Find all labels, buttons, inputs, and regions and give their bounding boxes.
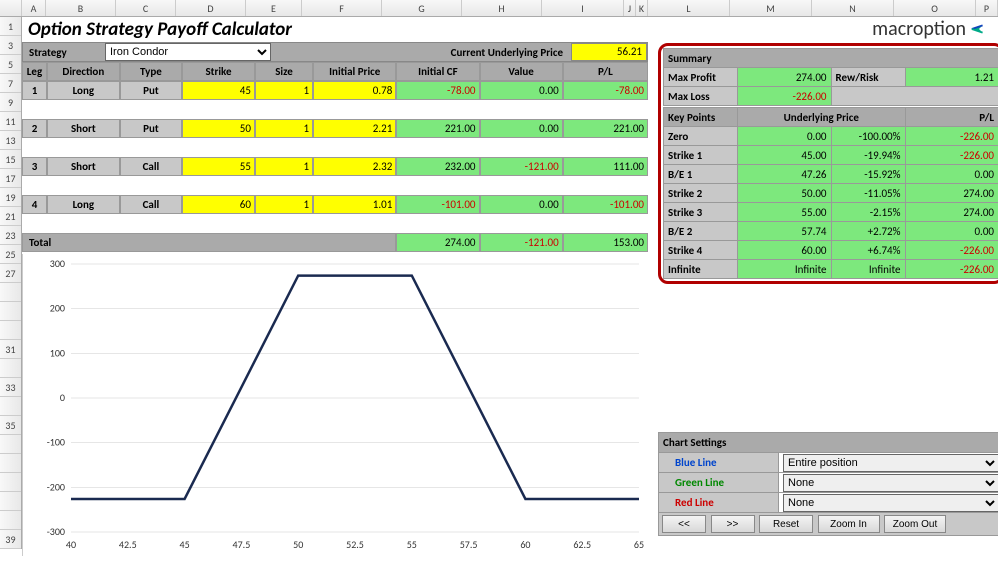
svg-text:52.5: 52.5	[346, 538, 364, 551]
leg-row: 1LongPut4510.78-78.000.00-78.00	[22, 81, 648, 100]
strategy-row: Strategy Iron Condor Current Underlying …	[22, 42, 648, 62]
svg-text:62.5: 62.5	[573, 538, 591, 551]
legs-header-initial-cf: Initial CF	[396, 62, 479, 81]
legs-header-strike: Strike	[182, 62, 255, 81]
green-line-label: Green Line	[659, 473, 779, 493]
svg-text:-300: -300	[47, 525, 65, 538]
blue-line-label: Blue Line	[659, 453, 779, 473]
column-headers: ABCDEFGHIJKLMNOP	[0, 0, 998, 17]
underlying-price-label: Current Underlying Price	[271, 46, 571, 59]
page-title: Option Strategy Payoff Calculator	[28, 18, 292, 41]
max-loss-value: -226.00	[738, 87, 832, 106]
next-button[interactable]: >>	[711, 515, 755, 533]
max-profit-value: 274.00	[738, 68, 832, 87]
brand-logo: macroption	[872, 17, 988, 41]
svg-text:50: 50	[293, 538, 303, 551]
svg-text:45: 45	[180, 538, 190, 551]
payoff-chart: -300 -200 -100 0 100 200 300 40 42.5 45 47.5 50 52.5…	[22, 254, 648, 556]
summary-row: Strike 460.00+6.74%-226.00	[664, 241, 998, 260]
legs-header-p/l: P/L	[563, 62, 648, 81]
summary-row: Strike 355.00-2.15%274.00	[664, 203, 998, 222]
key-points-pl: P/L	[905, 108, 998, 127]
strategy-label: Strategy	[29, 46, 105, 59]
reset-button[interactable]: Reset	[759, 515, 813, 533]
leg-row: 3ShortCall5512.32232.00-121.00111.00	[22, 157, 648, 176]
legs-header-direction: Direction	[47, 62, 120, 81]
max-loss-label: Max Loss	[664, 87, 738, 106]
legs-header-initial-price: Initial Price	[313, 62, 396, 81]
blue-line-select[interactable]: Entire position	[783, 454, 998, 472]
summary-title: Summary	[664, 49, 998, 68]
summary-row: InfiniteInfiniteInfinite-226.00	[664, 260, 998, 279]
svg-text:55: 55	[407, 538, 417, 551]
prev-button[interactable]: <<	[662, 515, 706, 533]
row-headers: 1357911131517192123252731333539	[0, 17, 22, 549]
svg-text:40: 40	[66, 538, 76, 551]
svg-text:42.5: 42.5	[119, 538, 137, 551]
underlying-price-value[interactable]: 56.21	[571, 43, 647, 61]
svg-text:0: 0	[60, 391, 65, 404]
legs-header-type: Type	[120, 62, 182, 81]
red-line-select[interactable]: None	[783, 494, 998, 512]
rew-risk-label: Rew/Risk	[831, 68, 905, 87]
svg-text:-200: -200	[47, 480, 65, 493]
leg-row: 4LongCall6011.01-101.000.00-101.00	[22, 195, 648, 214]
chart-settings-title: Chart Settings	[659, 433, 998, 453]
legs-header-value: Value	[480, 62, 563, 81]
leg-row: 2ShortPut5012.21221.000.00221.00	[22, 119, 648, 138]
green-line-select[interactable]: None	[783, 474, 998, 492]
svg-text:57.5: 57.5	[460, 538, 478, 551]
summary-row: B/E 147.26-15.92%0.00	[664, 165, 998, 184]
svg-text:200: 200	[50, 302, 65, 315]
key-points-underlying: Underlying Price	[738, 108, 906, 127]
summary-row: Strike 145.00-19.94%-226.00	[664, 146, 998, 165]
total-row: Total274.00-121.00153.00	[22, 233, 648, 252]
legs-header-leg: Leg	[22, 62, 47, 81]
key-points-label: Key Points	[664, 108, 738, 127]
zoom-out-button[interactable]: Zoom Out	[884, 515, 946, 533]
legs-header-size: Size	[255, 62, 313, 81]
chart-settings-panel: Chart Settings Blue Line Entire position…	[658, 432, 998, 536]
legs-table: LegDirectionTypeStrikeSizeInitial PriceI…	[22, 62, 648, 252]
summary-row: Strike 250.00-11.05%274.00	[664, 184, 998, 203]
svg-text:65: 65	[634, 538, 644, 551]
zoom-in-button[interactable]: Zoom In	[818, 515, 880, 533]
strategy-select[interactable]: Iron Condor	[105, 43, 271, 61]
svg-text:60: 60	[520, 538, 530, 551]
rew-risk-value: 1.21	[905, 68, 998, 87]
summary-row: B/E 257.74+2.72%0.00	[664, 222, 998, 241]
red-line-label: Red Line	[659, 493, 779, 513]
svg-text:100: 100	[50, 346, 65, 359]
svg-text:-100: -100	[47, 436, 65, 449]
summary-panel: Summary Max Profit 274.00 Rew/Risk 1.21 …	[658, 43, 998, 284]
svg-text:47.5: 47.5	[233, 538, 251, 551]
max-profit-label: Max Profit	[664, 68, 738, 87]
summary-row: Zero0.00-100.00%-226.00	[664, 127, 998, 146]
svg-text:300: 300	[50, 257, 65, 270]
